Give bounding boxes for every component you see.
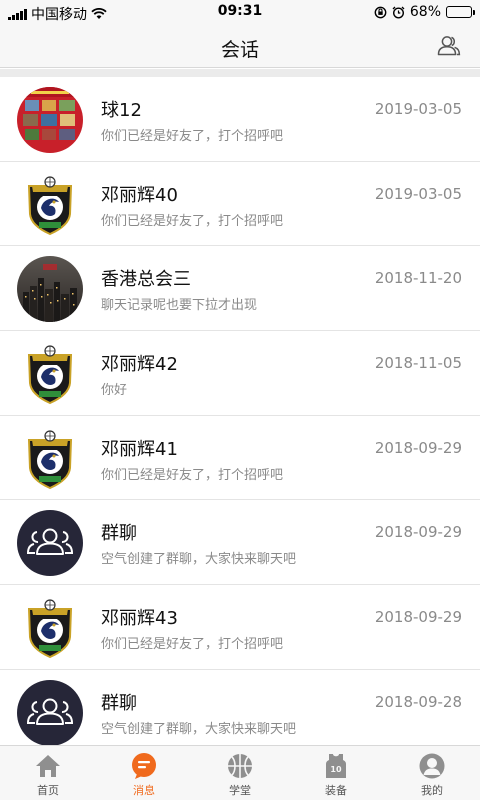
avatar[interactable] <box>17 595 83 662</box>
tab-bar: 首页 消息 学堂 10 装备 我的 <box>0 745 480 800</box>
conversation-date: 2019-03-05 <box>374 184 462 203</box>
conversation-name: 香港总会三 <box>101 269 191 291</box>
conversation-name: 球12 <box>101 100 142 121</box>
conversation-preview: 你们已经是好友了，打个招呼吧 <box>101 467 284 483</box>
avatar-image <box>17 595 83 662</box>
tab-label: 消息 <box>133 784 155 797</box>
conversation-row[interactable]: 邓丽辉43 你们已经是好友了，打个招呼吧 2018-09-29 <box>0 585 480 670</box>
avatar[interactable] <box>17 510 83 577</box>
nav-bar: 会话 <box>0 24 480 68</box>
alarm-icon <box>392 6 405 19</box>
avatar[interactable] <box>17 679 83 745</box>
status-bar: 中国移动 09:31 68% <box>0 0 480 24</box>
tab-label: 我的 <box>421 784 443 797</box>
avatar-image <box>17 425 83 492</box>
avatar[interactable] <box>17 87 83 153</box>
conversation-preview: 你好 <box>101 383 128 399</box>
avatar[interactable] <box>17 425 83 492</box>
avatar-image <box>17 171 83 238</box>
conversation-row[interactable]: 邓丽辉41 你们已经是好友了，打个招呼吧 2018-09-29 <box>0 415 480 501</box>
conversation-name: 群聊 <box>101 692 137 714</box>
group-chat-icon <box>17 679 83 745</box>
conversation-list[interactable]: 球12 你们已经是好友了，打个招呼吧 2019-03-05 邓丽辉40 你们已经… <box>0 77 480 745</box>
conversation-preview: 你们已经是好友了，打个招呼吧 <box>101 637 284 653</box>
tab-basketball[interactable]: 学堂 <box>192 746 288 800</box>
jersey-number: 10 <box>330 765 342 774</box>
avatar[interactable] <box>17 171 83 238</box>
conversation-preview: 你们已经是好友了，打个招呼吧 <box>101 213 284 229</box>
conversation-name: 邓丽辉43 <box>101 608 178 630</box>
home-icon <box>34 752 62 780</box>
avatar-image <box>17 87 83 153</box>
conversation-name: 邓丽辉40 <box>101 184 178 206</box>
conversation-row[interactable]: 群聊 空气创建了群聊，大家快来聊天吧 2018-09-28 <box>0 669 480 745</box>
battery-icon <box>446 6 475 18</box>
conversation-date: 2018-11-20 <box>374 269 462 288</box>
rotation-lock-icon <box>374 6 387 18</box>
battery-percent: 68% <box>409 4 441 20</box>
conversation-date: 2019-03-05 <box>374 100 462 118</box>
conversation-date: 2018-09-29 <box>374 608 462 627</box>
tab-label: 装备 <box>325 784 347 797</box>
conversation-row[interactable]: 邓丽辉42 你好 2018-11-05 <box>0 331 480 416</box>
basketball-icon <box>226 752 254 780</box>
tab-home[interactable]: 首页 <box>0 746 96 800</box>
tab-message[interactable]: 消息 <box>96 746 192 800</box>
tab-label: 学堂 <box>229 784 251 797</box>
conversation-name: 邓丽辉42 <box>101 354 178 376</box>
conversation-name: 群聊 <box>101 523 137 545</box>
tab-profile[interactable]: 我的 <box>384 746 480 800</box>
conversation-preview: 空气创建了群聊，大家快来聊天吧 <box>101 552 297 568</box>
status-right: 68% <box>374 4 475 20</box>
tab-label: 首页 <box>37 784 59 797</box>
conversation-row[interactable]: 群聊 空气创建了群聊，大家快来聊天吧 2018-09-29 <box>0 500 480 586</box>
conversation-row[interactable]: 香港总会三 聊天记录呢也要下拉才出现 2018-11-20 <box>0 246 480 332</box>
message-icon <box>130 752 158 780</box>
conversation-date: 2018-09-29 <box>374 438 462 457</box>
group-chat-icon <box>17 510 83 577</box>
tab-jersey[interactable]: 10 装备 <box>288 746 384 800</box>
conversation-row[interactable]: 邓丽辉40 你们已经是好友了，打个招呼吧 2019-03-05 <box>0 161 480 247</box>
jersey-icon: 10 <box>322 752 350 780</box>
conversation-date: 2018-09-29 <box>374 523 462 542</box>
conversation-preview: 空气创建了群聊，大家快来聊天吧 <box>101 721 297 737</box>
profile-icon <box>418 752 446 780</box>
conversation-preview: 聊天记录呢也要下拉才出现 <box>101 298 258 314</box>
avatar-image <box>17 341 83 408</box>
conversation-name: 邓丽辉41 <box>101 438 178 460</box>
conversation-preview: 你们已经是好友了，打个招呼吧 <box>101 129 284 144</box>
page-title: 会话 <box>220 39 259 61</box>
avatar[interactable] <box>17 341 83 408</box>
conversation-date: 2018-11-05 <box>374 354 462 373</box>
avatar-image <box>17 256 83 323</box>
header-divider <box>0 69 480 77</box>
contacts-icon[interactable] <box>436 33 462 59</box>
conversation-date: 2018-09-28 <box>374 692 462 711</box>
conversation-row[interactable]: 球12 你们已经是好友了，打个招呼吧 2019-03-05 <box>0 77 480 162</box>
avatar[interactable] <box>17 256 83 323</box>
